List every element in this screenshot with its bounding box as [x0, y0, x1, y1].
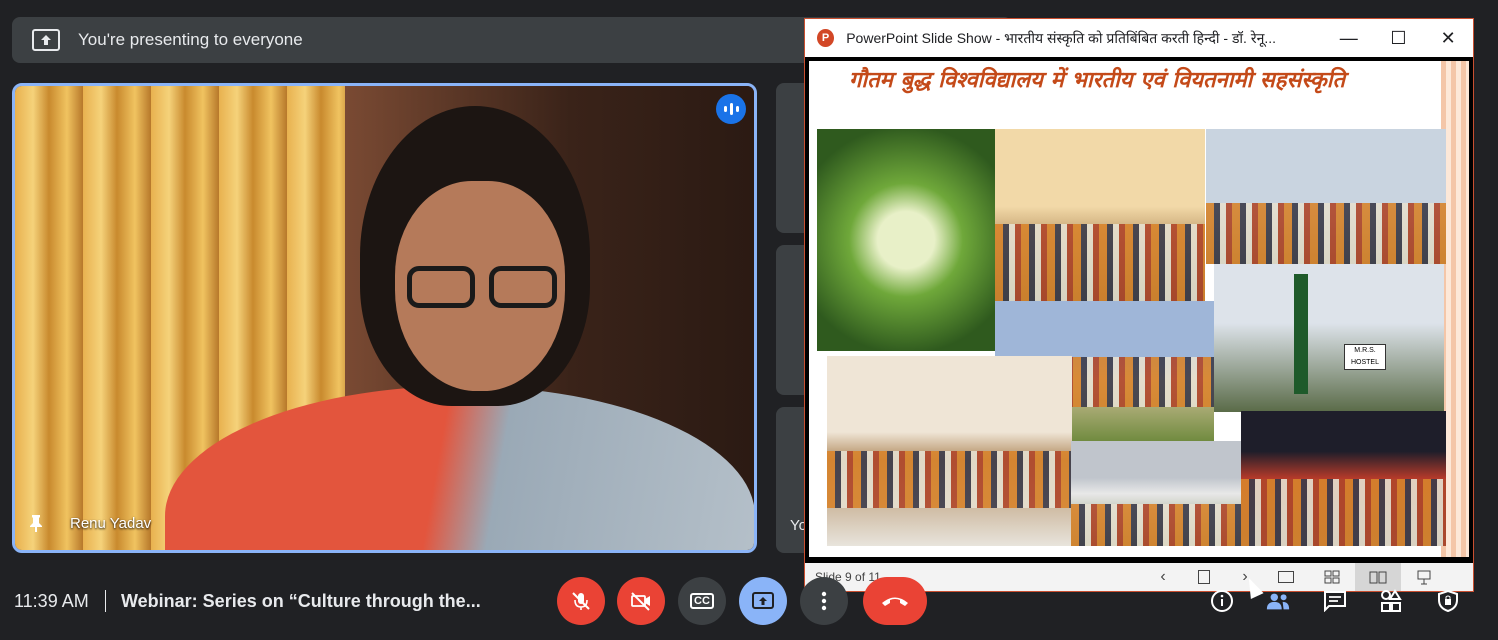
slide-counter: Slide 9 of 11 [815, 570, 881, 584]
slide-area[interactable]: गौतम बुद्ध विश्वविद्यालय में भारतीय एवं … [805, 57, 1473, 563]
mic-off-button[interactable] [557, 577, 605, 625]
photo-tent-ceremony [1071, 441, 1241, 546]
pin-icon[interactable] [29, 514, 43, 532]
notes-icon[interactable] [1181, 563, 1227, 591]
more-vert-icon [821, 591, 827, 611]
present-icon [752, 592, 774, 609]
slideshow-view-icon[interactable] [1401, 563, 1447, 591]
previous-slide-button[interactable]: ‹ [1145, 568, 1181, 586]
photo-stage-event [1241, 411, 1446, 546]
present-button[interactable] [739, 577, 787, 625]
host-controls-icon[interactable] [1435, 588, 1461, 614]
photo-delegates-outdoor [1206, 129, 1446, 264]
camera-off-icon [631, 592, 650, 611]
audio-level-icon [716, 94, 746, 124]
photo-auditorium [827, 356, 1072, 546]
photo-stupa-group [995, 129, 1205, 301]
reading-view-icon[interactable] [1355, 563, 1401, 591]
participant-video-tile[interactable]: Renu Yadav [12, 83, 757, 553]
hostel-sign: M.R.S. HOSTEL [1344, 344, 1386, 370]
photo-flag-hostel: M.R.S. HOSTEL [1214, 264, 1444, 412]
camera-off-button[interactable] [617, 577, 665, 625]
end-call-icon [882, 597, 908, 606]
close-button[interactable]: ✕ [1423, 28, 1473, 49]
more-options-button[interactable] [800, 577, 848, 625]
captions-icon: CC [690, 593, 714, 609]
participant-name: Renu Yadav [70, 515, 152, 532]
powerpoint-window[interactable]: P PowerPoint Slide Show - भारतीय संस्कृत… [804, 18, 1474, 592]
maximize-button[interactable]: ☐ [1374, 28, 1424, 49]
participant-glasses [407, 266, 557, 308]
powerpoint-icon: P [817, 29, 835, 47]
slide-sorter-icon[interactable] [1309, 563, 1355, 591]
window-title: PowerPoint Slide Show - भारतीय संस्कृति … [846, 29, 1277, 46]
activities-icon[interactable] [1378, 588, 1404, 614]
slide: गौतम बुद्ध विश्वविद्यालय में भारतीय एवं … [809, 61, 1469, 557]
people-icon[interactable] [1265, 588, 1291, 614]
meeting-title: Webinar: Series on “Culture through the.… [121, 591, 481, 611]
end-call-button[interactable] [863, 577, 927, 625]
meeting-clock: 11:39 AM [14, 591, 89, 611]
chat-icon[interactable] [1322, 588, 1348, 614]
normal-view-icon[interactable] [1263, 563, 1309, 591]
slide-heading: गौतम बुद्ध विश्वविद्यालय में भारतीय एवं … [849, 67, 1346, 93]
powerpoint-titlebar[interactable]: P PowerPoint Slide Show - भारतीय संस्कृत… [805, 19, 1473, 57]
mic-off-icon [572, 592, 590, 610]
captions-button[interactable]: CC [678, 577, 726, 625]
minimize-button[interactable]: — [1324, 28, 1374, 49]
present-screen-icon [32, 29, 60, 51]
divider [105, 590, 106, 612]
photo-buddha-statue [817, 129, 995, 351]
presenting-text: You're presenting to everyone [78, 30, 303, 49]
info-icon[interactable] [1209, 588, 1235, 614]
